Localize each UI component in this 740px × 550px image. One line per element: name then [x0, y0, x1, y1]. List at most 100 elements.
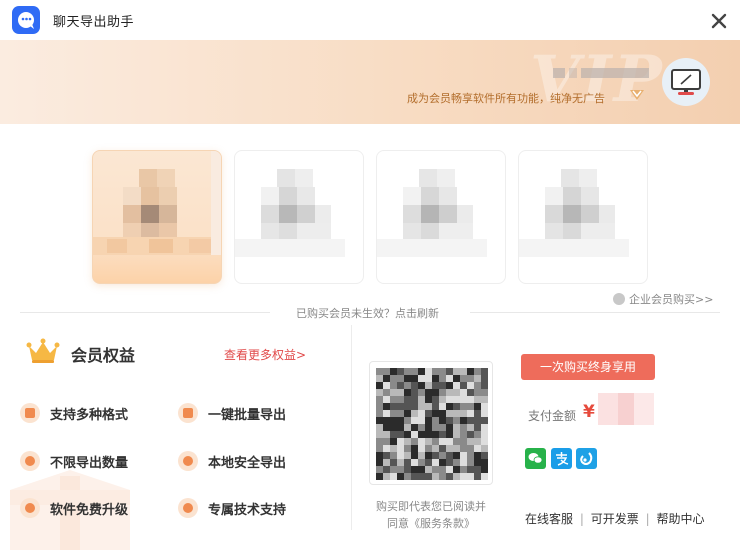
benefits-title: 会员权益 [71, 346, 136, 365]
more-benefits-link[interactable]: 查看更多权益> [224, 346, 306, 363]
info-icon [613, 293, 625, 305]
qr-cell [383, 473, 390, 480]
qr-cell [425, 452, 432, 459]
qr-cell [432, 375, 439, 382]
qr-cell [432, 473, 439, 480]
plan-card-3[interactable] [376, 150, 506, 284]
qr-cell [467, 375, 474, 382]
qr-cell [467, 403, 474, 410]
benefits-section: 会员权益 查看更多权益> 支持多种格式 一键批量导出 不限导出数量 本地安全导出… [0, 320, 350, 550]
benefit-label: 软件免费升级 [50, 503, 129, 518]
username-blurred [553, 68, 649, 78]
qr-cell [432, 431, 439, 438]
vip-banner: VIP 成为会员畅享软件所有功能，纯净无广告 [0, 40, 740, 124]
qr-cell [446, 424, 453, 431]
qr-cell [390, 438, 397, 445]
qr-cell [390, 473, 397, 480]
qr-cell [376, 403, 383, 410]
qr-cell [432, 438, 439, 445]
qr-cell [446, 410, 453, 417]
qr-cell [439, 424, 446, 431]
qr-cell [411, 375, 418, 382]
qr-cell [467, 438, 474, 445]
qr-cell [383, 466, 390, 473]
qr-cell [411, 424, 418, 431]
alipay-icon[interactable] [551, 448, 572, 469]
qr-cell [432, 396, 439, 403]
qr-cell [439, 445, 446, 452]
qr-cell [418, 445, 425, 452]
benefit-label: 不限导出数量 [50, 456, 129, 471]
close-button[interactable] [708, 10, 730, 32]
qr-cell [446, 466, 453, 473]
qr-cell [383, 452, 390, 459]
agreement-line-1: 购买即代表您已阅读并 [376, 500, 486, 513]
qr-cell [404, 445, 411, 452]
wechat-pay-icon[interactable] [525, 448, 546, 469]
qr-cell [418, 466, 425, 473]
qr-cell [418, 424, 425, 431]
qr-cell [397, 417, 404, 424]
plan-card-selected[interactable] [92, 150, 222, 284]
third-party-pay-icon[interactable] [576, 448, 597, 469]
qr-cell [383, 368, 390, 375]
qr-cell [432, 445, 439, 452]
footer-separator: | [579, 512, 584, 526]
help-center-link[interactable]: 帮助中心 [656, 512, 704, 526]
qr-cell [481, 459, 488, 466]
plan-card-4[interactable] [518, 150, 648, 284]
qr-cell [397, 452, 404, 459]
qr-cell [411, 459, 418, 466]
qr-cell [425, 445, 432, 452]
qr-cell [404, 410, 411, 417]
qr-cell [481, 445, 488, 452]
qr-cell [404, 431, 411, 438]
online-service-link[interactable]: 在线客服 [525, 512, 573, 526]
qr-cell [411, 445, 418, 452]
qr-cell [418, 452, 425, 459]
qr-cell [446, 473, 453, 480]
qr-cell [425, 410, 432, 417]
qr-cell [397, 389, 404, 396]
qr-cell [404, 466, 411, 473]
qr-cell [432, 368, 439, 375]
invoice-link[interactable]: 可开发票 [591, 512, 639, 526]
qr-cell [481, 382, 488, 389]
qr-cell [460, 403, 467, 410]
qr-cell [411, 368, 418, 375]
qr-cell [425, 403, 432, 410]
qr-cell [390, 424, 397, 431]
qr-cell [418, 368, 425, 375]
qr-cell [467, 389, 474, 396]
qr-cell [418, 382, 425, 389]
qr-cell [460, 375, 467, 382]
enterprise-purchase-link[interactable]: 企业会员购买>> [613, 291, 713, 307]
qr-cell [460, 445, 467, 452]
qr-cell [397, 368, 404, 375]
refresh-hint-link[interactable]: 已购买会员未生效？点击刷新 [292, 305, 443, 321]
qr-cell [390, 431, 397, 438]
qr-cell [376, 396, 383, 403]
qr-cell [418, 417, 425, 424]
qr-cell [460, 466, 467, 473]
terms-of-service-link[interactable]: 同意《服务条款》 [358, 515, 504, 532]
qr-cell [453, 459, 460, 466]
qr-cell [446, 431, 453, 438]
lifetime-purchase-button[interactable]: 一次购买终身享用 [521, 354, 655, 380]
qr-cell [390, 452, 397, 459]
qr-cell [383, 459, 390, 466]
qr-cell [481, 466, 488, 473]
qr-cell [446, 382, 453, 389]
qr-cell [439, 466, 446, 473]
qr-cell [439, 382, 446, 389]
close-icon[interactable] [708, 10, 730, 32]
qr-cell [460, 382, 467, 389]
qr-cell [439, 459, 446, 466]
qr-cell [390, 368, 397, 375]
qr-cell [397, 445, 404, 452]
qr-cell [453, 431, 460, 438]
qr-cell [397, 473, 404, 480]
qr-cell [474, 424, 481, 431]
qr-cell [425, 368, 432, 375]
plan-card-2[interactable] [234, 150, 364, 284]
